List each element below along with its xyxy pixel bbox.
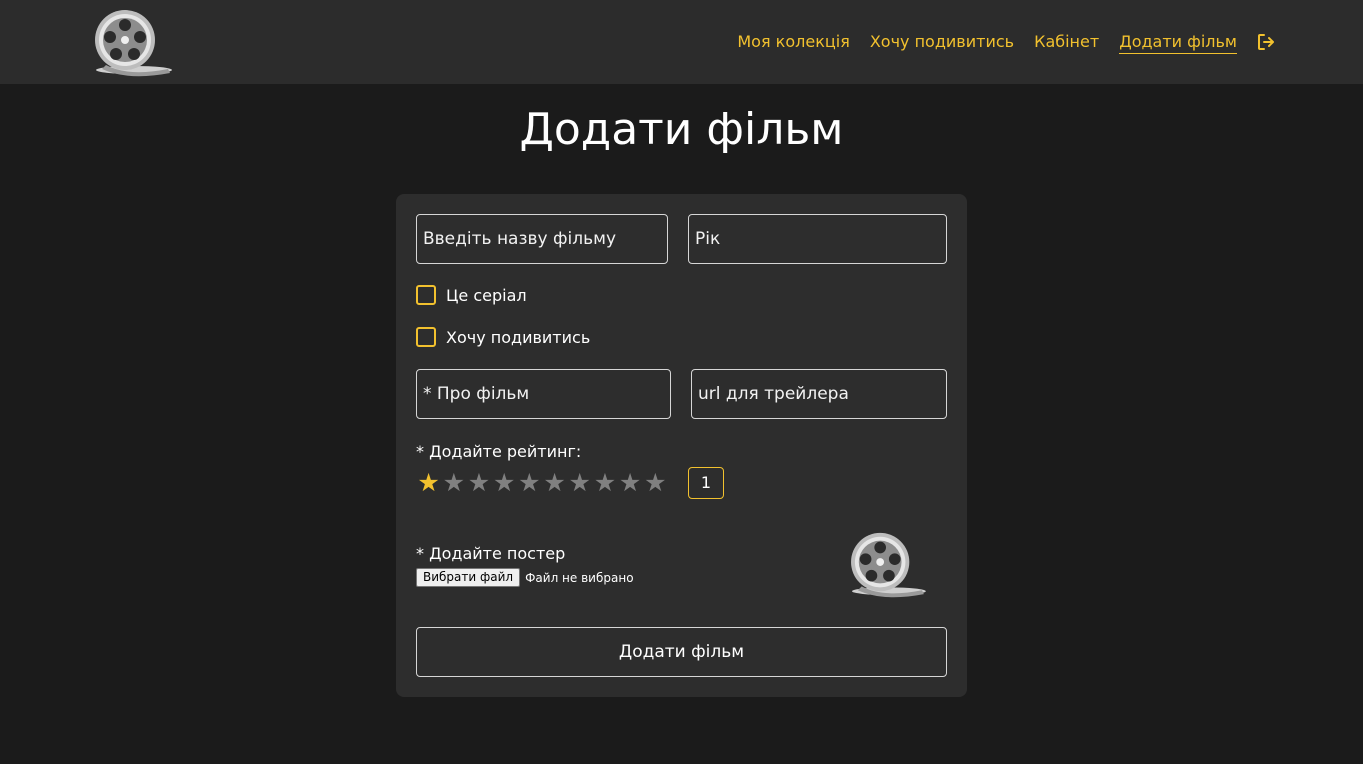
want-to-watch-checkbox[interactable] — [416, 327, 436, 347]
series-checkbox-label: Це серіал — [446, 285, 527, 305]
rating-star-icon[interactable]: ★ — [542, 470, 567, 496]
rating-label: * Додайте рейтинг: — [416, 442, 582, 461]
series-checkbox[interactable] — [416, 285, 436, 305]
trailer-url-input[interactable] — [691, 369, 947, 419]
poster-label: * Додайте постер — [416, 544, 566, 563]
poster-preview-film-reel-icon — [851, 532, 926, 598]
nav-link-watchlist[interactable]: Хочу подивитись — [870, 30, 1014, 54]
rating-star-icon[interactable]: ★ — [643, 470, 668, 496]
header: Моя колекція Хочу подивитись Кабінет Дод… — [0, 0, 1363, 84]
add-film-submit-button[interactable]: Додати фільм — [416, 627, 947, 677]
logo-film-reel-icon[interactable] — [88, 7, 174, 77]
file-status: Файл не вибрано — [525, 570, 634, 585]
rating-star-icon[interactable]: ★ — [416, 470, 441, 496]
choose-file-button[interactable]: Вибрати файл — [416, 568, 521, 587]
rating-star-icon[interactable]: ★ — [492, 470, 517, 496]
rating-star-icon[interactable]: ★ — [592, 470, 617, 496]
rating-stars: ★ ★ ★ ★ ★ ★ ★ ★ ★ ★ — [416, 470, 668, 496]
rating-star-icon[interactable]: ★ — [567, 470, 592, 496]
nav-link-collection[interactable]: Моя колекція — [737, 30, 849, 54]
poster-file-picker: Вибрати файл Файл не вибрано — [416, 568, 634, 587]
series-checkbox-row: Це серіал — [416, 284, 527, 306]
nav-link-add-film[interactable]: Додати фільм — [1119, 31, 1237, 54]
rating-star-icon[interactable]: ★ — [517, 470, 542, 496]
main-nav: Моя колекція Хочу подивитись Кабінет Дод… — [717, 30, 1275, 54]
rating-star-icon[interactable]: ★ — [618, 470, 643, 496]
rating-star-icon[interactable]: ★ — [466, 470, 491, 496]
year-input[interactable] — [688, 214, 947, 264]
about-film-input[interactable] — [416, 369, 671, 419]
watchlist-checkbox-row: Хочу подивитись — [416, 326, 590, 348]
want-to-watch-label: Хочу подивитись — [446, 327, 591, 347]
rating-value: 1 — [688, 467, 724, 499]
film-title-input[interactable] — [416, 214, 668, 264]
rating-star-icon[interactable]: ★ — [441, 470, 466, 496]
logout-icon[interactable] — [1257, 33, 1275, 51]
add-film-form: Це серіал Хочу подивитись * Додайте рейт… — [396, 194, 967, 697]
nav-link-cabinet[interactable]: Кабінет — [1034, 30, 1099, 54]
page-title: Додати фільм — [519, 104, 844, 155]
